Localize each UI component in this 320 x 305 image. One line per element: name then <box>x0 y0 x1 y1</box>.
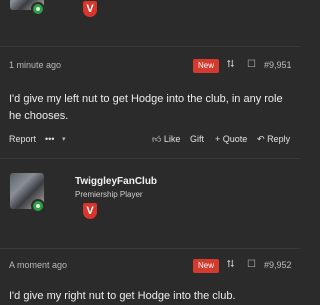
post-number[interactable]: #9,952 <box>264 260 292 270</box>
thumbs-up-icon: 👍︎ <box>152 134 162 144</box>
vip-badge-icon: V <box>83 203 97 219</box>
post-divider <box>0 248 300 249</box>
share-icon[interactable]: ⮁ <box>226 60 234 70</box>
post-body: I'd give my left nut to get Hodge into t… <box>9 93 283 122</box>
like-label: Like <box>163 134 181 144</box>
bookmark-icon[interactable]: ☐ <box>247 260 256 270</box>
post-body: I'd give my right nut to get Hodge into … <box>9 290 236 302</box>
new-badge: New <box>193 59 220 73</box>
like-button[interactable]: 👍︎ Like <box>152 134 180 145</box>
share-icon[interactable]: ⮁ <box>226 260 234 270</box>
gift-button[interactable]: Gift <box>190 134 204 144</box>
online-status-icon <box>31 2 45 16</box>
user-title: Premiership Player <box>75 190 143 199</box>
post-timestamp[interactable]: A moment ago <box>9 260 67 270</box>
plus-icon: + <box>215 134 221 144</box>
post-number[interactable]: #9,951 <box>264 60 292 70</box>
new-badge: New <box>193 259 220 273</box>
more-options-button[interactable]: ••• <box>45 134 54 144</box>
post-divider <box>0 158 300 159</box>
reply-button[interactable]: ↶ Reply <box>257 134 290 145</box>
quote-label: Quote <box>222 134 248 144</box>
chevron-down-icon: ▾ <box>62 136 66 143</box>
report-button[interactable]: Report <box>9 134 36 144</box>
reply-label: Reply <box>267 134 291 144</box>
bookmark-icon[interactable]: ☐ <box>247 60 256 70</box>
reply-arrow-icon: ↶ <box>257 134 265 144</box>
quote-button[interactable]: + Quote <box>215 134 247 144</box>
vip-badge-icon: V <box>83 1 97 17</box>
online-status-icon <box>31 199 45 213</box>
username-link[interactable]: TwiggleyFanClub <box>75 176 157 187</box>
post-divider <box>0 46 300 47</box>
post-timestamp[interactable]: 1 minute ago <box>9 60 61 70</box>
